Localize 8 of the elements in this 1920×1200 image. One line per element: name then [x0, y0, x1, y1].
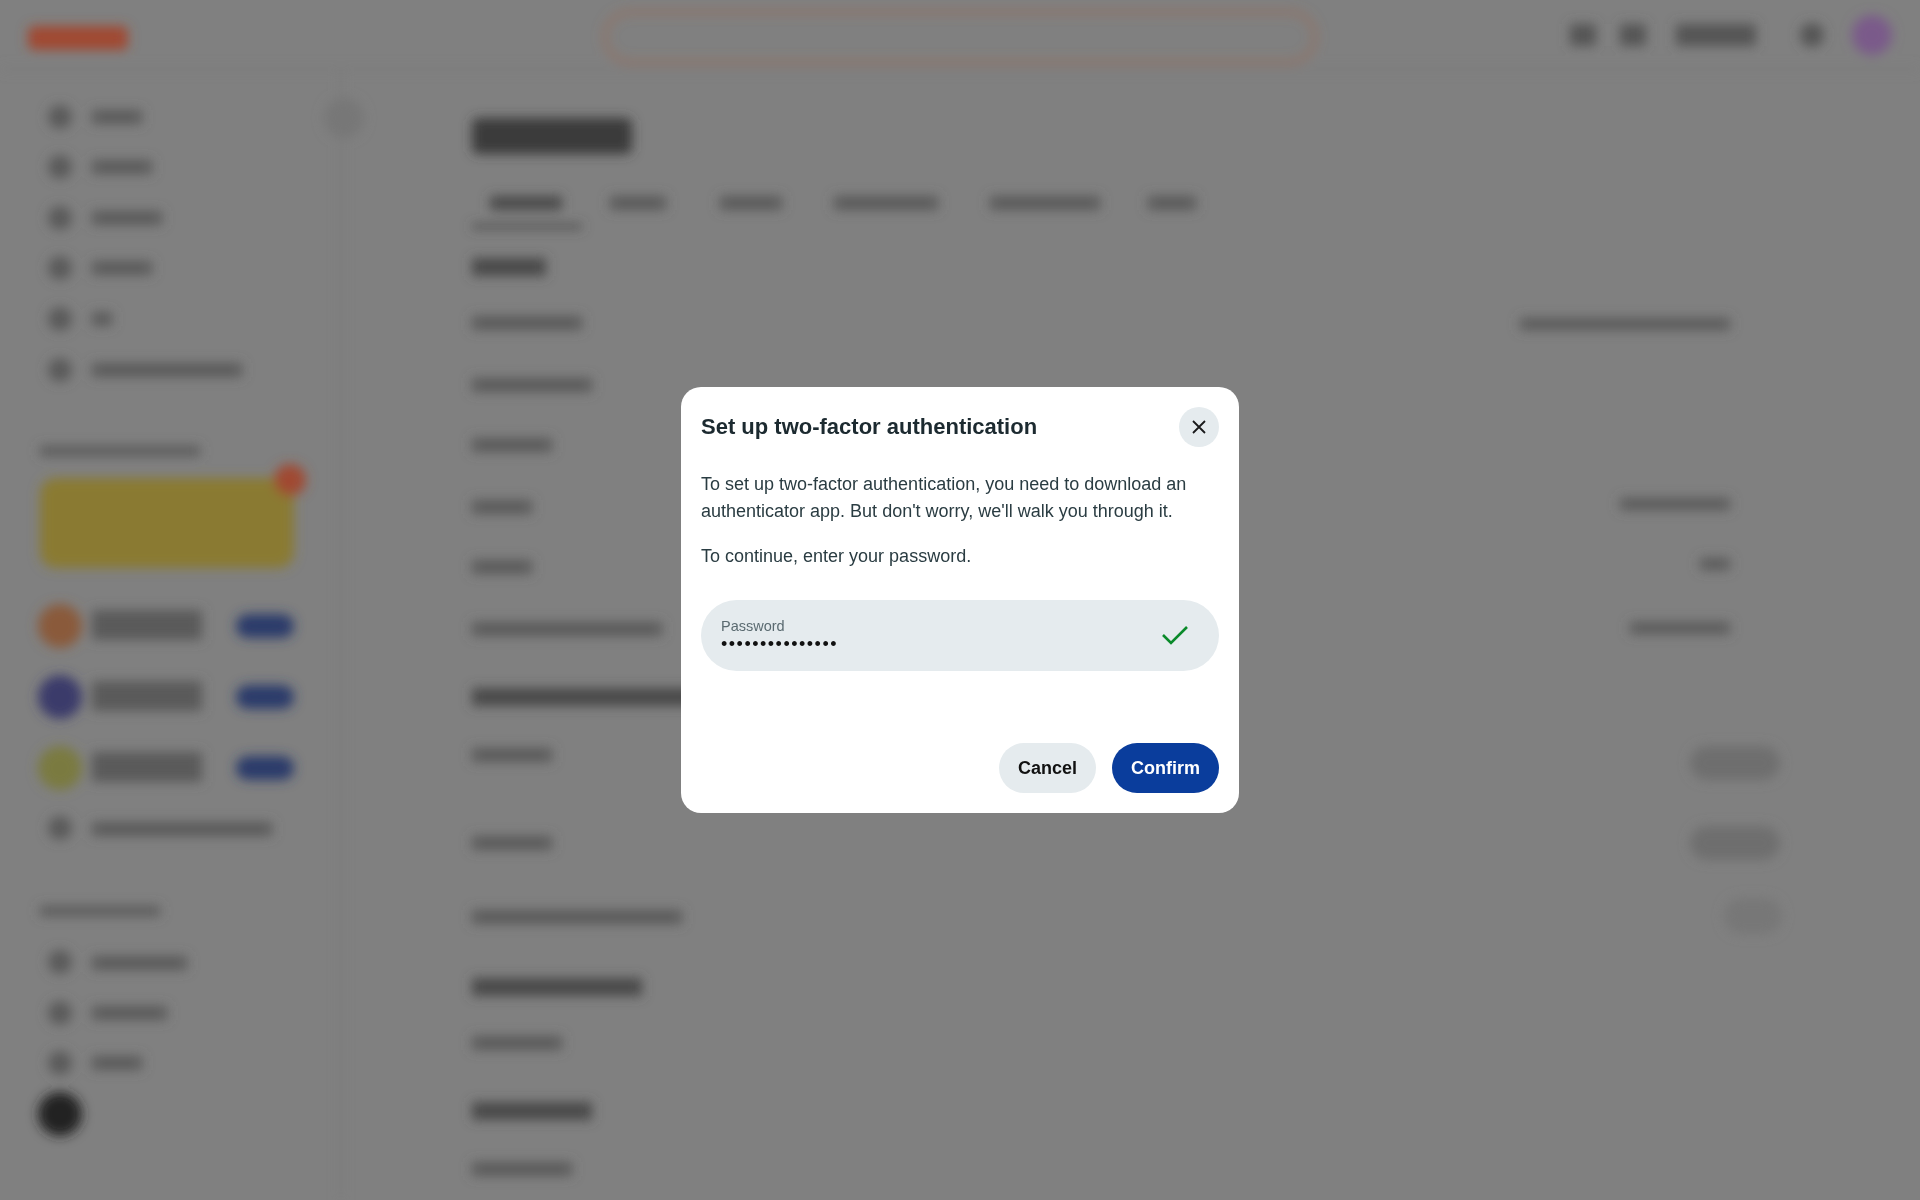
confirm-button[interactable]: Confirm	[1112, 743, 1219, 793]
password-field[interactable]: Password •••••••••••••••	[701, 600, 1219, 671]
close-button[interactable]	[1179, 407, 1219, 447]
dialog-title: Set up two-factor authentication	[701, 414, 1038, 440]
close-icon	[1191, 419, 1207, 435]
dialog-text: To set up two-factor authentication, you need to download an authenticator app. But don't worry, we'll walk you through it.	[701, 473, 1188, 523]
cancel-button[interactable]: Cancel	[998, 743, 1096, 793]
dialog-text: To continue, enter your password.	[701, 545, 973, 568]
